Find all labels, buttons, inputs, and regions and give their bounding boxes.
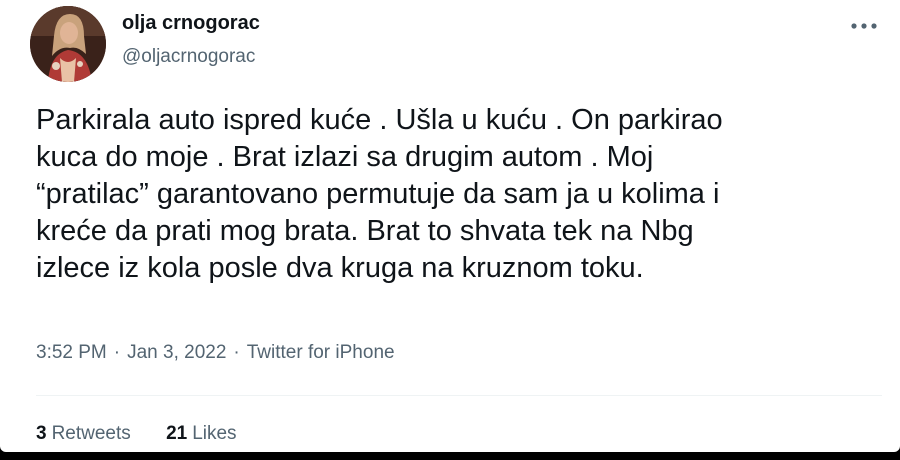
tweet-text-line: kuca do moje . Brat izlazi sa drugim aut… — [36, 141, 654, 173]
avatar[interactable] — [30, 6, 106, 82]
likes-label: Likes — [192, 423, 237, 444]
tweet-card: olja crnogorac @oljacrnogorac Parkirala … — [0, 0, 900, 452]
tweet-time[interactable]: 3:52 PM — [36, 342, 107, 363]
divider — [36, 395, 882, 396]
likes-stat[interactable]: 21 Likes — [166, 423, 237, 445]
likes-count: 21 — [166, 423, 188, 444]
tweet-date[interactable]: Jan 3, 2022 — [127, 342, 226, 363]
retweets-count: 3 — [36, 423, 47, 444]
tweet-text-line: “pratilac” garantovano permutuje da sam … — [36, 178, 720, 210]
engagement-stats: 3 Retweets 21 Likes — [36, 423, 267, 445]
retweets-label: Retweets — [51, 423, 131, 444]
meta-separator: · — [233, 342, 240, 363]
tweet-text: Parkirala auto ispred kuće . Ušla u kuću… — [36, 102, 866, 287]
retweets-stat[interactable]: 3 Retweets — [36, 423, 131, 445]
tweet-text-line: Parkirala auto ispred kuće . Ušla u kuću… — [36, 104, 723, 136]
tweet-text-line: kreće da prati mog brata. Brat to shvata… — [36, 215, 694, 247]
more-options-button[interactable] — [846, 14, 882, 38]
meta-separator: · — [113, 342, 121, 363]
tweet-metadata: 3:52 PM · Jan 3, 2022 · Twitter for iPhone — [36, 342, 395, 364]
tweet-text-line: izlece iz kola posle dva kruga na kruzno… — [36, 252, 644, 284]
more-horizontal-icon — [851, 23, 877, 29]
user-handle[interactable]: @oljacrnogorac — [122, 46, 255, 68]
display-name[interactable]: olja crnogorac — [122, 12, 260, 35]
profile-photo-icon — [30, 6, 106, 82]
tweet-source-link[interactable]: Twitter for iPhone — [247, 342, 395, 363]
